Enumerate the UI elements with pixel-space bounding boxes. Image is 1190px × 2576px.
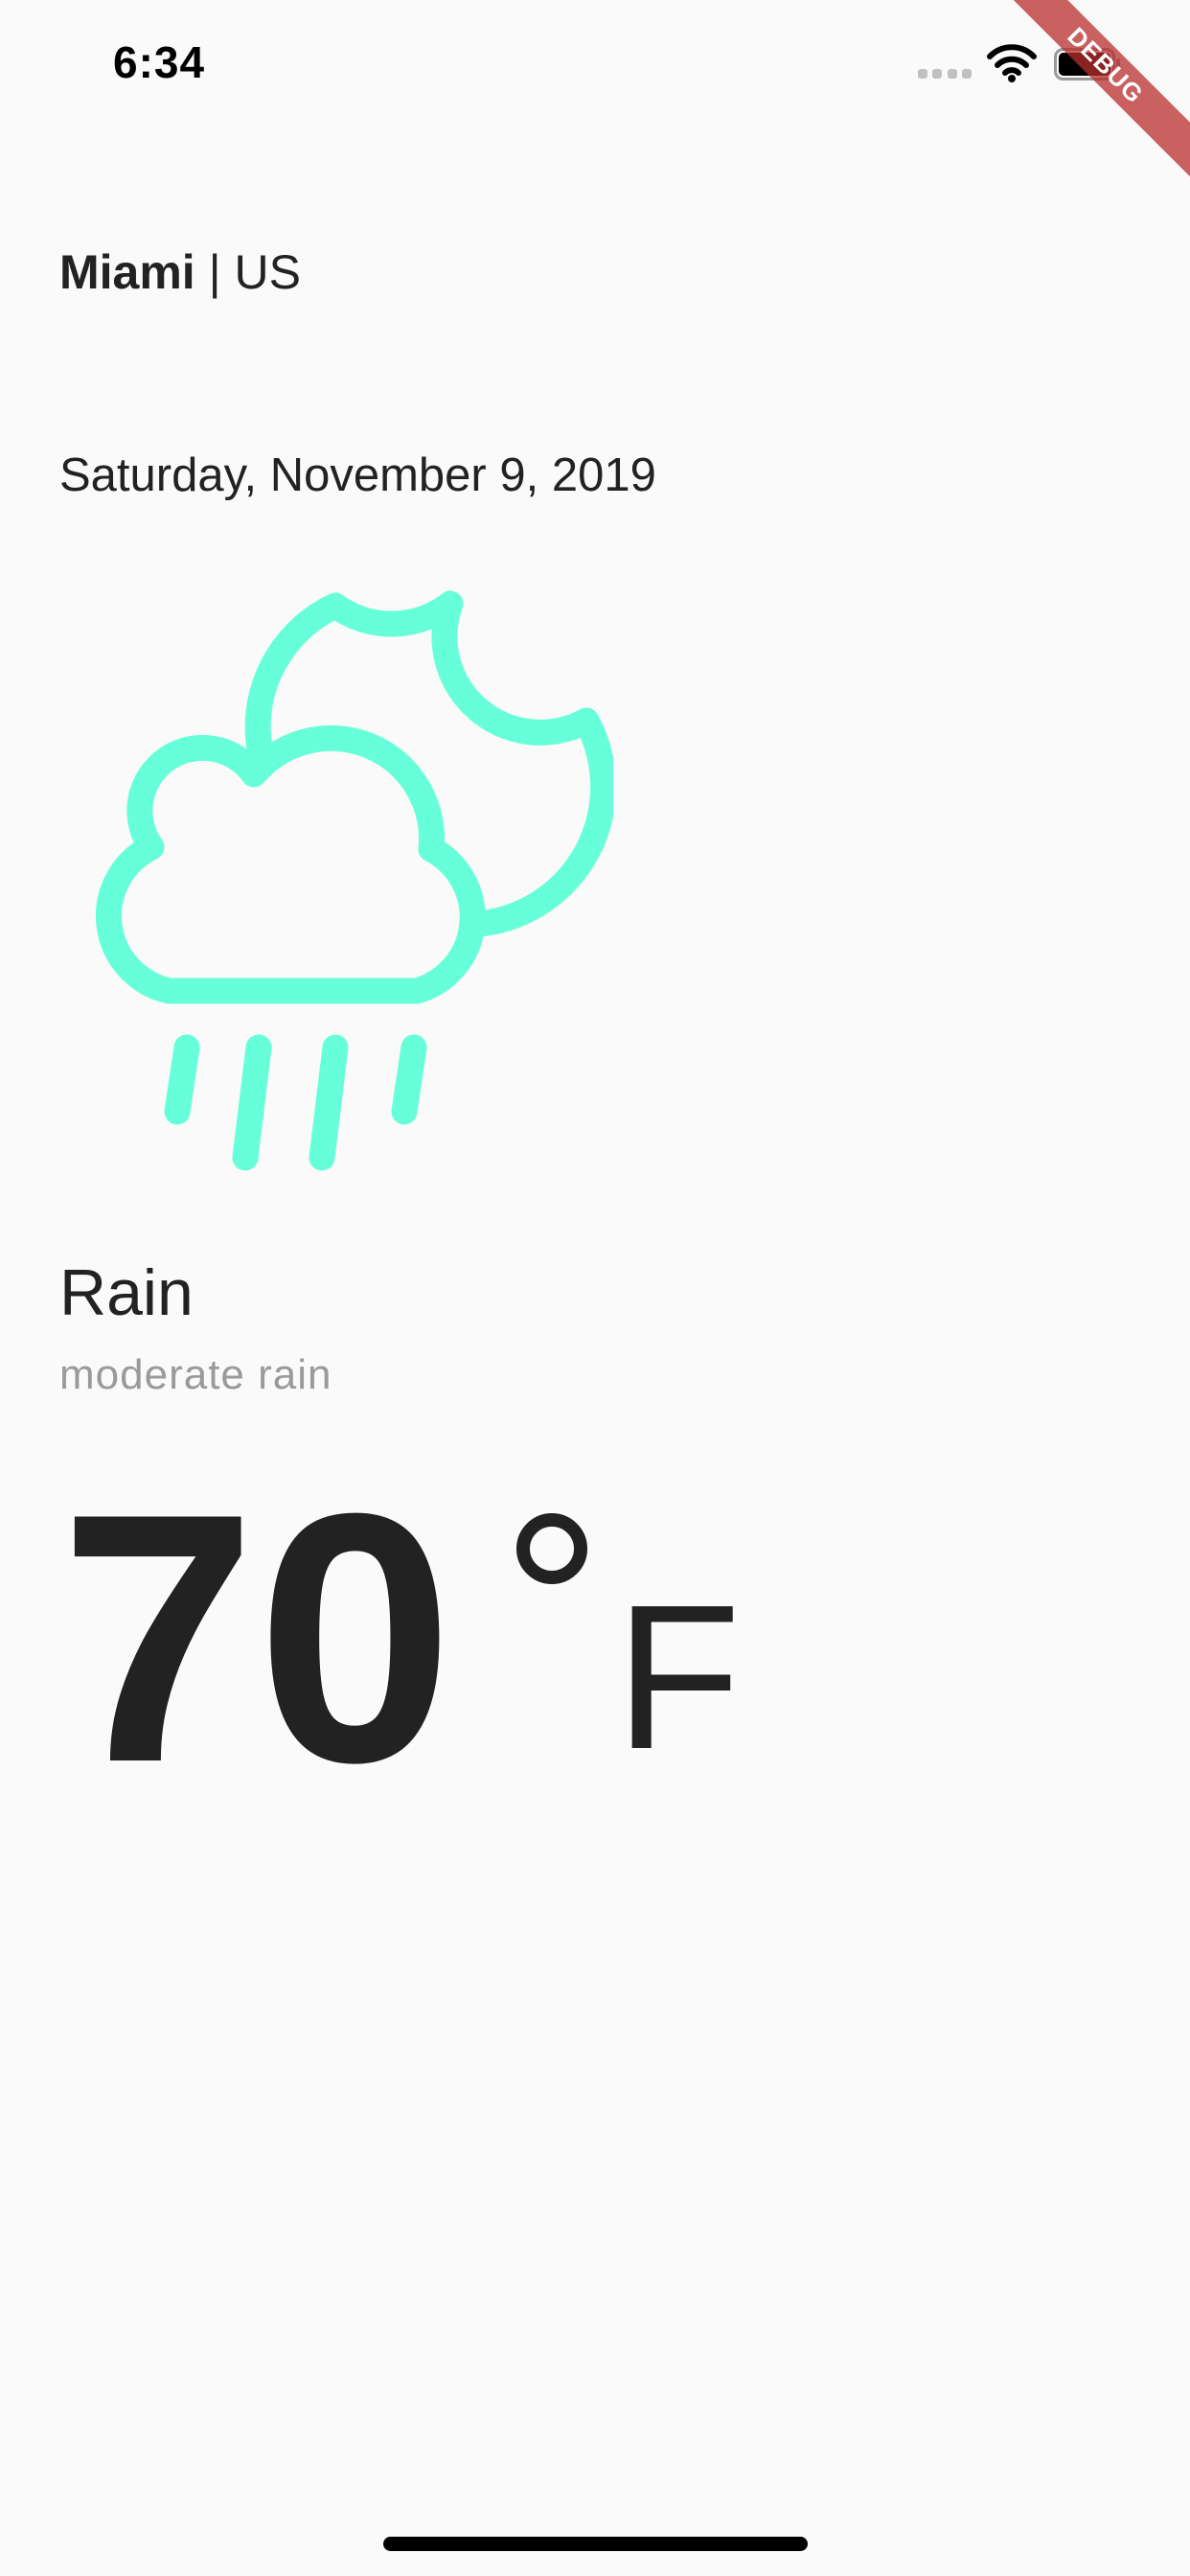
degree-icon: [516, 1513, 587, 1584]
location-separator: |: [208, 245, 221, 299]
home-indicator[interactable]: [383, 2537, 808, 2551]
weather-description: moderate rain: [59, 1351, 332, 1398]
temperature-value: 70: [59, 1440, 454, 1836]
battery-icon: [1054, 48, 1120, 80]
temperature-unit: F: [615, 1561, 742, 1792]
city-name: Miami: [59, 245, 195, 299]
status-bar: 6:34: [0, 0, 1190, 134]
weather-condition: Rain: [59, 1256, 194, 1329]
wifi-icon: [987, 44, 1037, 82]
signal-icon: [918, 69, 972, 80]
location-label: Miami | US: [59, 244, 301, 300]
current-date: Saturday, November 9, 2019: [59, 449, 656, 501]
country-code: US: [234, 245, 301, 299]
status-time: 6:34: [113, 37, 206, 87]
cloud-moon-rain-icon: [95, 590, 613, 1171]
